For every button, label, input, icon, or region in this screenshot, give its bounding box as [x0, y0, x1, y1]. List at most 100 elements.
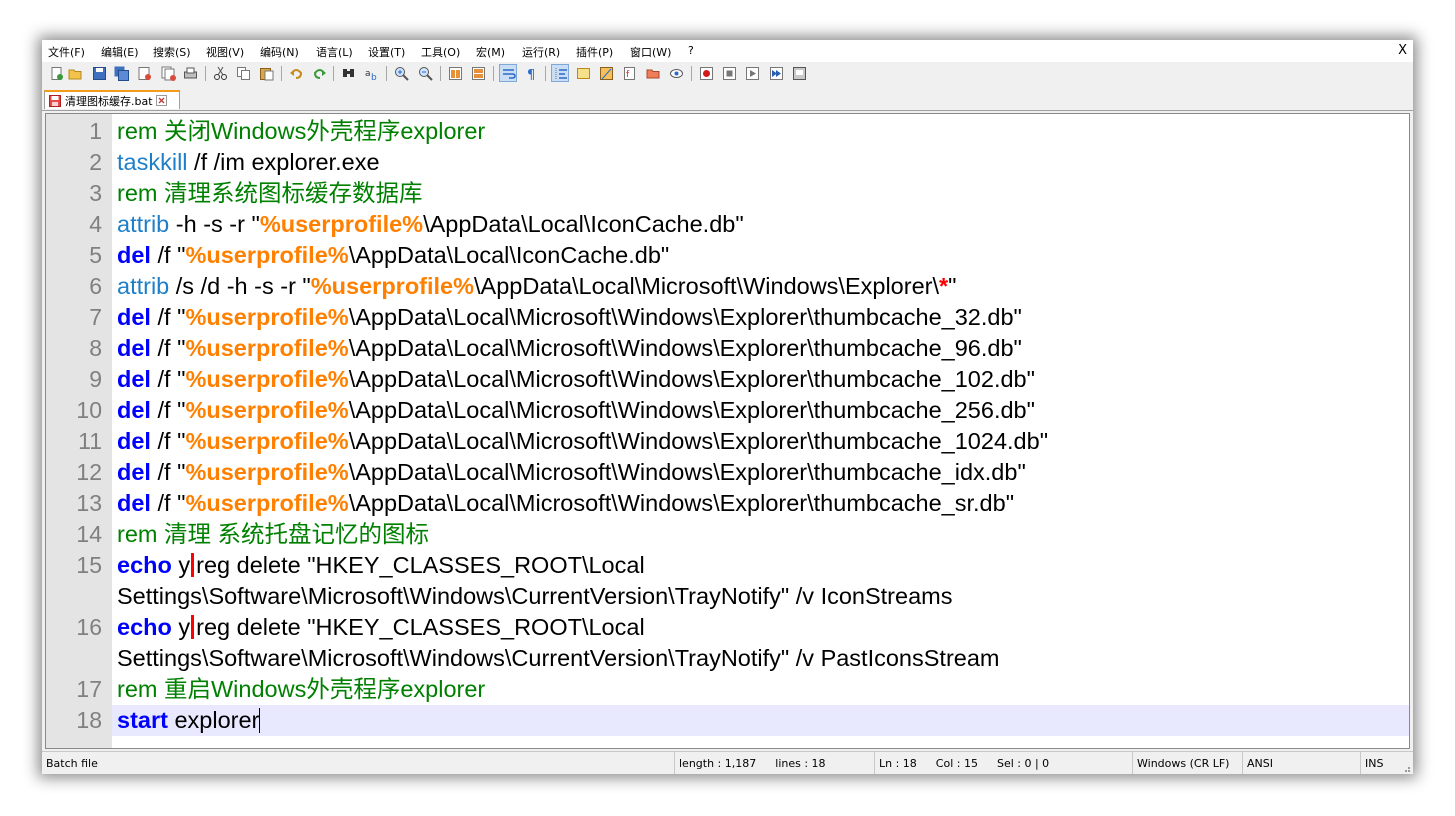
menu-item-10[interactable]: 插件(P) — [576, 44, 613, 60]
print-icon[interactable] — [182, 65, 198, 81]
keyword-token: del — [117, 304, 151, 330]
menu-bar: X 文件(F) 编辑(E) 搜索(S) 视图(V) 编码(N) 语言(L) 设置(T) 工具(… — [42, 40, 1413, 62]
close-all-icon[interactable] — [160, 65, 176, 81]
code-line[interactable]: rem 清理 系统托盘记忆的图标 — [112, 519, 1409, 550]
status-insert-mode[interactable]: INS — [1360, 752, 1400, 774]
sync-horizontal-icon[interactable] — [470, 65, 486, 81]
menu-item-5[interactable]: 语言(L) — [316, 44, 353, 60]
save-all-icon[interactable] — [113, 65, 129, 81]
variable-token: %userprofile% — [185, 335, 349, 361]
code-line[interactable]: del /f "%userprofile%\AppData\Local\Micr… — [112, 395, 1409, 426]
line-number: 12 — [76, 459, 102, 485]
record-macro-icon[interactable] — [698, 65, 714, 81]
menu-item-4[interactable]: 编码(N) — [260, 44, 299, 60]
menu-item-6[interactable]: 设置(T) — [368, 44, 405, 60]
status-file-type: Batch file — [46, 757, 98, 770]
resize-grip-icon[interactable] — [1401, 763, 1411, 773]
line-number: 1 — [89, 118, 102, 144]
close-document-button[interactable]: X — [1398, 43, 1407, 58]
editor[interactable]: 1 2 3 4 5 6 7 8 9 10 11 12 13 14 15 16 17 18 rem 关闭Window… — [45, 113, 1410, 749]
zoom-in-icon[interactable] — [393, 65, 409, 81]
word-wrap-icon[interactable] — [499, 64, 517, 82]
text-token: \AppData\Local\Microsoft\Windows\Explore… — [348, 428, 1049, 454]
code-area[interactable]: rem 关闭Windows外壳程序explorer taskkill /f /im… — [112, 114, 1409, 748]
status-encoding[interactable]: ANSI — [1242, 752, 1360, 774]
status-eol[interactable]: Windows (CR LF) — [1132, 752, 1242, 774]
menu-item-8[interactable]: 宏(M) — [476, 44, 505, 60]
tab-active-document[interactable]: 清理图标缓存.bat — [44, 90, 180, 109]
menu-item-7[interactable]: 工具(O) — [421, 44, 460, 60]
text-token: \AppData\Local\Microsoft\Windows\Explore… — [348, 335, 1022, 361]
cut-icon[interactable] — [212, 65, 228, 81]
variable-token: %userprofile% — [185, 459, 349, 485]
code-line[interactable]: Settings\Software\Microsoft\Windows\Curr… — [112, 581, 1409, 612]
code-line[interactable]: del /f "%userprofile%\AppData\Local\Micr… — [112, 302, 1409, 333]
code-line[interactable]: echo y reg delete "HKEY_CLASSES_ROOT\Loca… — [112, 612, 1409, 643]
stop-macro-icon[interactable] — [721, 65, 737, 81]
code-line[interactable]: echo y reg delete "HKEY_CLASSES_ROOT\Loca… — [112, 550, 1409, 581]
run-macro-multiple-icon[interactable] — [768, 65, 784, 81]
code-line[interactable]: del /f "%userprofile%\AppData\Local\Micr… — [112, 364, 1409, 395]
redo-icon[interactable] — [311, 65, 327, 81]
save-icon[interactable] — [91, 65, 107, 81]
toolbar-separator — [691, 66, 692, 81]
copy-icon[interactable] — [235, 65, 251, 81]
zoom-out-icon[interactable] — [417, 65, 433, 81]
code-line[interactable]: del /f "%userprofile%\AppData\Local\Micr… — [112, 488, 1409, 519]
code-line[interactable]: attrib -h -s -r "%userprofile%\AppData\L… — [112, 209, 1409, 240]
text-token: explorer — [167, 707, 260, 733]
text-token: \AppData\Local\Microsoft\Windows\Explore… — [348, 490, 1015, 516]
text-token: \AppData\Local\Microsoft\Windows\Explore… — [348, 304, 1022, 330]
code-line[interactable]: attrib /s /d -h -s -r "%userprofile%\App… — [112, 271, 1409, 302]
close-icon[interactable] — [136, 65, 152, 81]
code-line[interactable]: del /f "%userprofile%\AppData\Local\Micr… — [112, 457, 1409, 488]
variable-token: %userprofile% — [185, 366, 349, 392]
menu-item-3[interactable]: 视图(V) — [206, 44, 244, 60]
paste-icon[interactable] — [258, 65, 274, 81]
line-number-gutter[interactable]: 1 2 3 4 5 6 7 8 9 10 11 12 13 14 15 16 17 18 — [46, 114, 112, 748]
code-line[interactable]: rem 关闭Windows外壳程序explorer — [112, 116, 1409, 147]
menu-item-2[interactable]: 搜索(S) — [153, 44, 191, 60]
save-macro-icon[interactable] — [791, 65, 807, 81]
menu-item-0[interactable]: 文件(F) — [48, 44, 85, 60]
comment-token: rem 清理系统图标缓存数据库 — [117, 180, 423, 206]
play-macro-icon[interactable] — [744, 65, 760, 81]
indent-guide-icon[interactable] — [551, 64, 569, 82]
menu-item-12[interactable]: ? — [688, 44, 694, 57]
status-bar: Batch file length : 1,187 lines : 18 Ln … — [42, 751, 1413, 774]
undo-icon[interactable] — [288, 65, 304, 81]
find-icon[interactable] — [340, 65, 356, 81]
current-code-line[interactable]: start explorer — [112, 705, 1409, 736]
text-token: /f " — [150, 304, 186, 330]
menu-item-9[interactable]: 运行(R) — [522, 44, 560, 60]
svg-text:a: a — [365, 69, 371, 79]
tab-close-icon[interactable] — [155, 95, 167, 106]
code-line[interactable]: del /f "%userprofile%\AppData\Local\Micr… — [112, 333, 1409, 364]
keyword-token: echo — [117, 552, 172, 578]
line-number: 10 — [76, 397, 102, 423]
keyword-token: echo — [117, 614, 172, 640]
command-token: attrib — [117, 273, 170, 299]
folder-workspace-icon[interactable] — [645, 65, 661, 81]
monitoring-icon[interactable] — [668, 65, 684, 81]
udl-icon[interactable] — [575, 65, 591, 81]
pipe-operator — [191, 553, 195, 577]
code-line[interactable]: rem 清理系统图标缓存数据库 — [112, 178, 1409, 209]
code-line[interactable]: del /f "%userprofile%\AppData\Local\Icon… — [112, 240, 1409, 271]
open-file-icon[interactable] — [67, 65, 83, 81]
menu-item-1[interactable]: 编辑(E) — [101, 44, 139, 60]
new-file-icon[interactable] — [48, 65, 64, 81]
text-token: reg delete "HKEY_CLASSES_ROOT\Local — [196, 614, 645, 640]
code-line[interactable]: taskkill /f /im explorer.exe — [112, 147, 1409, 178]
code-line[interactable]: del /f "%userprofile%\AppData\Local\Micr… — [112, 426, 1409, 457]
show-all-chars-icon[interactable]: ¶ — [523, 65, 539, 81]
function-list-icon[interactable]: f — [621, 65, 637, 81]
code-line[interactable]: rem 重启Windows外壳程序explorer — [112, 674, 1409, 705]
menu-item-11[interactable]: 窗口(W) — [630, 44, 671, 60]
replace-icon[interactable]: ab — [363, 65, 379, 81]
sync-vertical-icon[interactable] — [447, 65, 463, 81]
toolbar-separator — [493, 66, 494, 81]
doc-map-icon[interactable] — [598, 65, 614, 81]
status-length-lines: length : 1,187 lines : 18 — [674, 752, 874, 774]
code-line[interactable]: Settings\Software\Microsoft\Windows\Curr… — [112, 643, 1409, 674]
